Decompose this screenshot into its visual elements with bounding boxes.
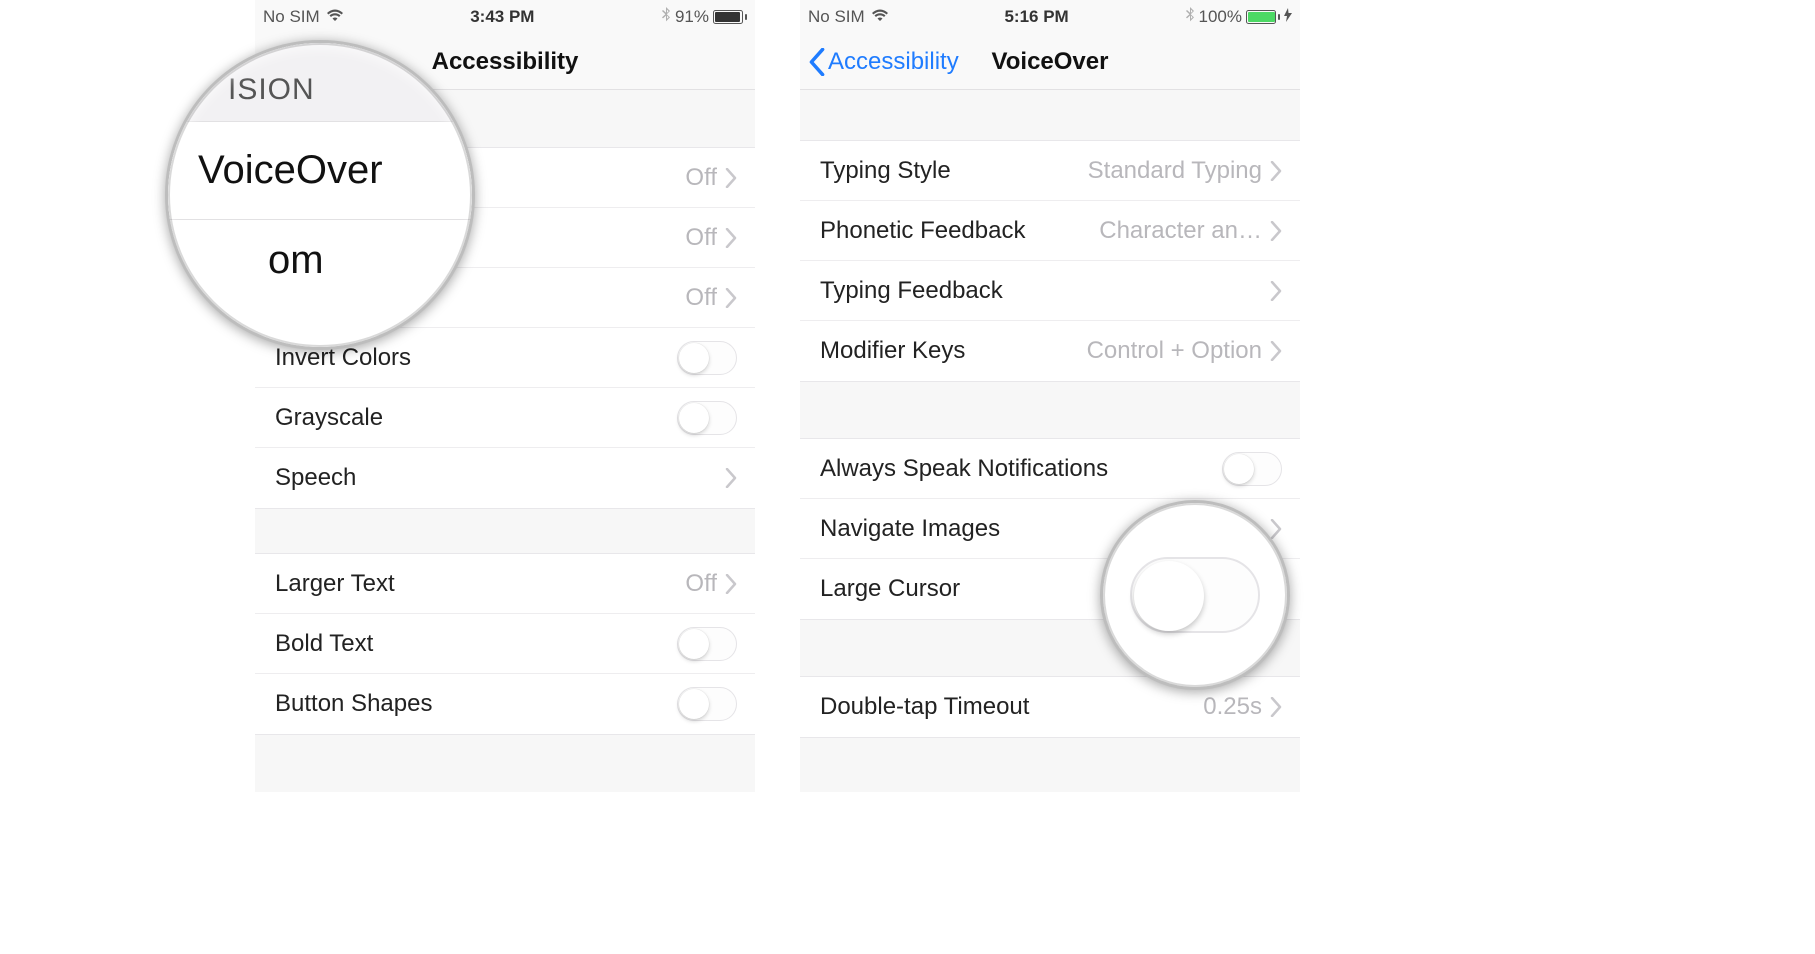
list-text: Larger Text Off Bold Text Button Shapes	[255, 553, 755, 735]
row-double-tap-timeout[interactable]: Double-tap Timeout 0.25s	[800, 677, 1300, 737]
chevron-right-icon	[1270, 161, 1282, 181]
chevron-right-icon	[1270, 697, 1282, 717]
chevron-right-icon	[725, 288, 737, 308]
chevron-right-icon	[725, 168, 737, 188]
chevron-right-icon	[725, 574, 737, 594]
wifi-icon	[326, 7, 344, 27]
row-speech[interactable]: Speech	[255, 448, 755, 508]
lens-row-voiceover: VoiceOver	[168, 121, 472, 220]
row-label: Double-tap Timeout	[820, 693, 1203, 721]
list-typing: Typing Style Standard Typing Phonetic Fe…	[800, 140, 1300, 382]
chevron-right-icon	[1270, 221, 1282, 241]
row-value: 0.25s	[1203, 693, 1262, 721]
battery-icon	[713, 10, 747, 24]
row-label: Bold Text	[275, 630, 677, 658]
carrier-label: No SIM	[808, 7, 865, 27]
status-time: 5:16 PM	[1004, 7, 1068, 27]
row-typing-feedback[interactable]: Typing Feedback	[800, 261, 1300, 321]
row-always-speak-notifications[interactable]: Always Speak Notifications	[800, 439, 1300, 499]
row-label: Speech	[275, 464, 725, 492]
row-value: Control + Option	[1087, 337, 1262, 365]
section-spacer	[800, 382, 1300, 438]
row-value: Off	[685, 224, 717, 252]
row-modifier-keys[interactable]: Modifier Keys Control + Option	[800, 321, 1300, 381]
chevron-left-icon	[808, 48, 826, 76]
row-value: Off	[685, 284, 717, 312]
section-spacer	[255, 509, 755, 553]
row-value: Off	[685, 570, 717, 598]
status-time: 3:43 PM	[470, 7, 534, 27]
bluetooth-icon	[1185, 7, 1195, 28]
battery-percent: 100%	[1199, 7, 1242, 27]
chevron-right-icon	[1270, 519, 1282, 539]
lens-toggle-large-cursor	[1130, 557, 1260, 633]
row-label: Modifier Keys	[820, 337, 1087, 365]
row-bold-text[interactable]: Bold Text	[255, 614, 755, 674]
list-timeout: Double-tap Timeout 0.25s	[800, 676, 1300, 738]
back-label: Accessibility	[828, 48, 959, 76]
lens-bottom-fragment: om	[168, 220, 472, 283]
back-button[interactable]: Accessibility	[800, 48, 959, 76]
toggle-always-speak-notifications[interactable]	[1222, 452, 1282, 486]
wifi-icon	[871, 7, 889, 27]
row-label: Button Shapes	[275, 690, 677, 718]
toggle-invert-colors[interactable]	[677, 341, 737, 375]
battery-percent: 91%	[675, 7, 709, 27]
battery-icon	[1246, 10, 1280, 24]
row-button-shapes[interactable]: Button Shapes	[255, 674, 755, 734]
toggle-grayscale[interactable]	[677, 401, 737, 435]
row-label: Grayscale	[275, 404, 677, 432]
row-value: Off	[685, 164, 717, 192]
toggle-button-shapes[interactable]	[677, 687, 737, 721]
row-larger-text[interactable]: Larger Text Off	[255, 554, 755, 614]
charging-icon	[1284, 7, 1292, 27]
row-label: Phonetic Feedback	[820, 217, 1099, 245]
chevron-right-icon	[1270, 341, 1282, 361]
magnifier-lens-large-cursor-toggle	[1100, 500, 1290, 690]
row-value: Character an…	[1099, 217, 1262, 245]
bluetooth-icon	[661, 7, 671, 28]
row-label: Typing Feedback	[820, 277, 1270, 305]
row-label: Larger Text	[275, 570, 685, 598]
status-bar: No SIM 3:43 PM 91%	[255, 0, 755, 34]
nav-bar: Accessibility VoiceOver	[800, 34, 1300, 90]
chevron-right-icon	[1270, 281, 1282, 301]
chevron-right-icon	[725, 228, 737, 248]
row-typing-style[interactable]: Typing Style Standard Typing	[800, 141, 1300, 201]
row-grayscale[interactable]: Grayscale	[255, 388, 755, 448]
row-value: Standard Typing	[1088, 157, 1262, 185]
status-bar: No SIM 5:16 PM 100%	[800, 0, 1300, 34]
row-phonetic-feedback[interactable]: Phonetic Feedback Character an…	[800, 201, 1300, 261]
section-spacer	[800, 90, 1300, 140]
row-label: Typing Style	[820, 157, 1088, 185]
battery-fill	[715, 12, 740, 22]
row-label: Always Speak Notifications	[820, 455, 1222, 483]
magnifier-lens-voiceover: ISION VoiceOver om	[165, 40, 475, 350]
toggle-bold-text[interactable]	[677, 627, 737, 661]
battery-fill	[1248, 12, 1275, 22]
chevron-right-icon	[725, 468, 737, 488]
carrier-label: No SIM	[263, 7, 320, 27]
